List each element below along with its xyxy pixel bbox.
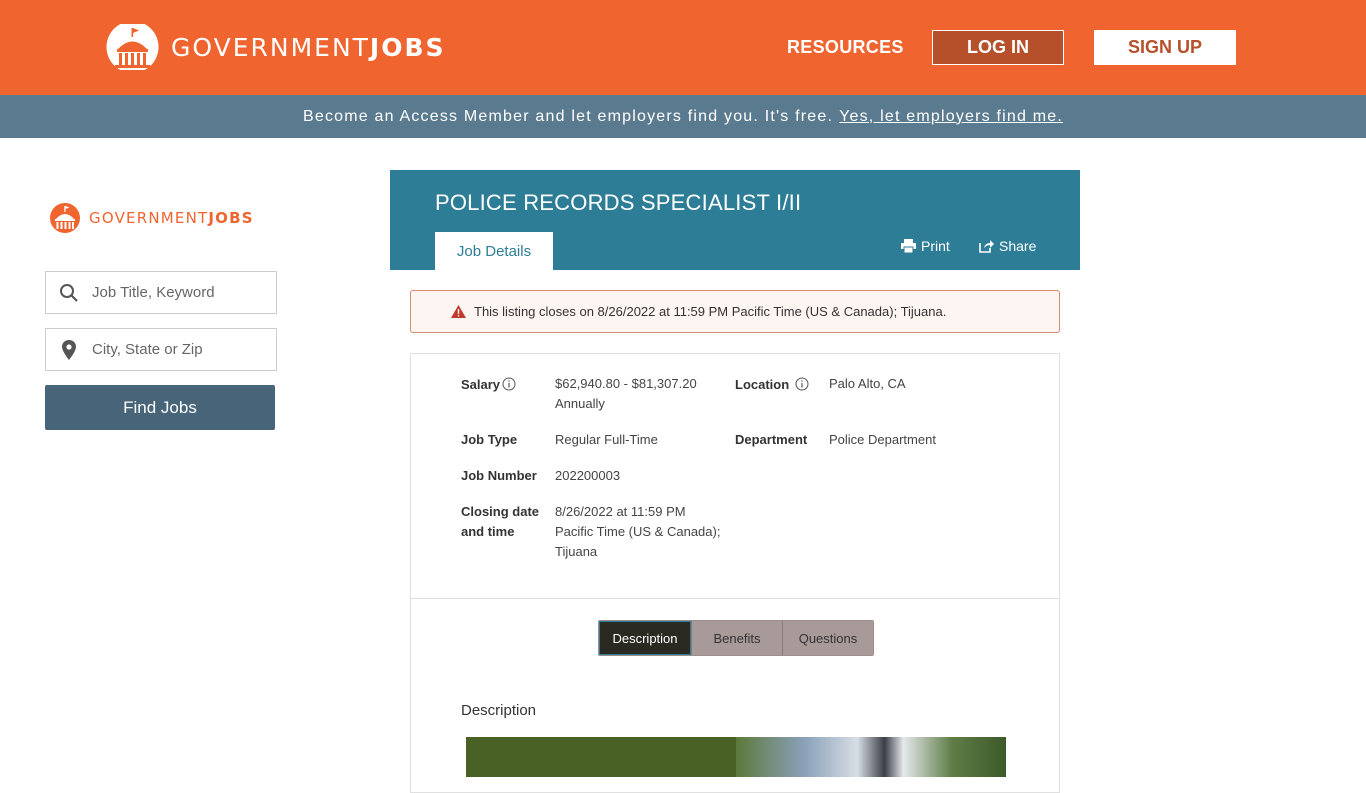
- closing-label: Closing date: [461, 504, 540, 519]
- brand-logo-link[interactable]: GOVERNMENTJOBS: [106, 24, 446, 70]
- print-button[interactable]: Print: [901, 238, 950, 254]
- top-header: GOVERNMENTJOBS RESOURCES LOG IN SIGN UP: [0, 0, 1366, 95]
- location-label: Location: [735, 375, 809, 395]
- job-header: POLICE RECORDS SPECIALIST I/II Job Detai…: [390, 170, 1080, 270]
- closing-timezone: Pacific Time (US & Canada);: [555, 524, 721, 539]
- print-label: Print: [921, 238, 950, 254]
- job-number-label: Job Number: [461, 468, 537, 483]
- closing-timezone-2: Tijuana: [555, 544, 598, 559]
- search-icon: [46, 283, 92, 303]
- warning-icon: [451, 305, 466, 318]
- content-tabs: Description Benefits Questions: [598, 620, 874, 656]
- share-icon: [979, 240, 994, 253]
- divider: [411, 598, 1059, 599]
- tab-benefits[interactable]: Benefits: [691, 621, 782, 655]
- resources-link[interactable]: RESOURCES: [787, 37, 904, 58]
- job-type-value: Regular Full-Time: [555, 432, 658, 447]
- banner-photo-panel: [736, 737, 1006, 777]
- location-input[interactable]: [92, 341, 267, 358]
- sidebar-brand-name: GOVERNMENTJOBS: [89, 209, 254, 227]
- find-jobs-button[interactable]: Find Jobs: [45, 385, 275, 430]
- closing-label-2: and time: [461, 524, 515, 539]
- info-icon[interactable]: [795, 377, 809, 391]
- location-value: Palo Alto, CA: [829, 376, 906, 391]
- access-member-banner: Become an Access Member and let employer…: [0, 95, 1366, 138]
- job-title: POLICE RECORDS SPECIALIST I/II: [435, 190, 802, 215]
- salary-period: Annually: [555, 396, 605, 411]
- job-type-label: Job Type: [461, 432, 518, 447]
- keyword-input[interactable]: [92, 284, 267, 301]
- map-pin-icon: [46, 339, 92, 361]
- job-number-value: 202200003: [555, 468, 621, 483]
- sidebar-brand-logo[interactable]: GOVERNMENTJOBS: [48, 203, 254, 233]
- location-search-field[interactable]: [45, 328, 277, 371]
- access-member-link[interactable]: Yes, let employers find me.: [839, 108, 1063, 126]
- access-banner-text: Become an Access Member and let employer…: [302, 107, 834, 125]
- tab-questions[interactable]: Questions: [782, 621, 873, 655]
- printer-icon: [901, 239, 916, 253]
- capitol-logo-icon: [106, 24, 159, 70]
- job-details-card: Salary $62,940.80 - $81,307.20 Annually …: [410, 353, 1060, 793]
- closing-alert-text: This listing closes on 8/26/2022 at 11:5…: [474, 304, 947, 319]
- banner-green-panel: [466, 737, 736, 777]
- closing-alert: This listing closes on 8/26/2022 at 11:5…: [410, 290, 1060, 333]
- login-button[interactable]: LOG IN: [932, 30, 1064, 65]
- share-label: Share: [999, 238, 1037, 254]
- signup-button[interactable]: SIGN UP: [1094, 30, 1236, 65]
- description-banner-image: [466, 737, 1006, 777]
- salary-range: $62,940.80 - $81,307.20: [555, 376, 697, 391]
- closing-date: 8/26/2022 at 11:59 PM: [555, 504, 686, 519]
- salary-label: Salary: [461, 375, 516, 395]
- department-value: Police Department: [829, 432, 936, 447]
- brand-name: GOVERNMENTJOBS: [171, 32, 446, 62]
- share-button[interactable]: Share: [979, 238, 1036, 254]
- keyword-search-field[interactable]: [45, 271, 277, 314]
- info-icon[interactable]: [502, 377, 516, 391]
- capitol-logo-icon: [50, 203, 80, 233]
- description-heading: Description: [461, 702, 537, 719]
- tab-description[interactable]: Description: [599, 621, 691, 655]
- tab-job-details[interactable]: Job Details: [435, 232, 553, 270]
- department-label: Department: [735, 432, 808, 447]
